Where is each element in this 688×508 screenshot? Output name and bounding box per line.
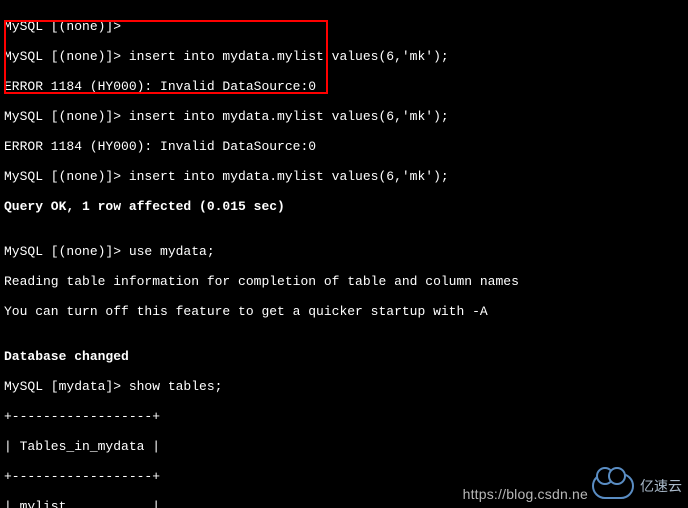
cloud-icon	[592, 473, 634, 499]
sql-insert-line: MySQL [(none)]> insert into mydata.mylis…	[4, 169, 684, 184]
watermark-brand: 亿速云	[640, 479, 682, 494]
table-header: | Tables_in_mydata |	[4, 439, 684, 454]
sql-insert-line: MySQL [(none)]> insert into mydata.mylis…	[4, 49, 684, 64]
table-border: +------------------+	[4, 469, 684, 484]
info-line: You can turn off this feature to get a q…	[4, 304, 684, 319]
error-line: ERROR 1184 (HY000): Invalid DataSource:0	[4, 139, 684, 154]
show-tables-line: MySQL [mydata]> show tables;	[4, 379, 684, 394]
error-line: ERROR 1184 (HY000): Invalid DataSource:0	[4, 79, 684, 94]
db-changed-line: Database changed	[4, 349, 684, 364]
table-border: +------------------+	[4, 409, 684, 424]
info-line: Reading table information for completion…	[4, 274, 684, 289]
use-db-line: MySQL [(none)]> use mydata;	[4, 244, 684, 259]
watermark-url: https://blog.csdn.ne	[463, 487, 588, 502]
query-ok-line: Query OK, 1 row affected (0.015 sec)	[4, 199, 684, 214]
watermark-logo: 亿速云	[592, 466, 682, 506]
sql-insert-line: MySQL [(none)]> insert into mydata.mylis…	[4, 109, 684, 124]
prompt-line: MySQL [(none)]>	[4, 19, 684, 34]
terminal-output[interactable]: MySQL [(none)]> MySQL [(none)]> insert i…	[0, 0, 688, 508]
